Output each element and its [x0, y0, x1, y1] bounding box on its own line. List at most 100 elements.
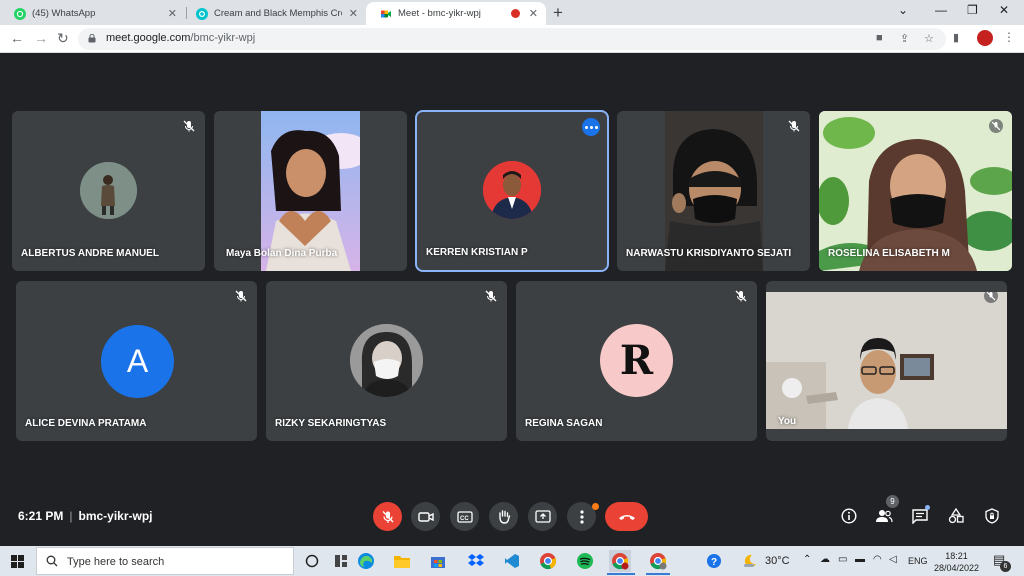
back-icon[interactable]: ←	[10, 30, 24, 46]
camera-icon	[417, 511, 434, 522]
mic-off-icon	[989, 119, 1003, 133]
captions-icon: CC	[456, 510, 473, 523]
tab-whatsapp[interactable]: (45) WhatsApp ✕	[0, 2, 185, 25]
restore-icon[interactable]: ❐	[967, 3, 978, 17]
task-view-icon[interactable]	[301, 550, 323, 572]
chrome-menu-icon[interactable]: ⋮	[1003, 30, 1015, 44]
reload-icon[interactable]: ↻	[57, 30, 69, 47]
chat-icon	[912, 508, 928, 524]
wifi-icon[interactable]: ◠	[873, 554, 882, 565]
camera-button[interactable]	[411, 502, 440, 531]
tab-strip: (45) WhatsApp ✕ Cream and Black Memphis …	[0, 0, 1024, 25]
side-panel-icon[interactable]: ▮	[953, 31, 959, 44]
tab-search-icon[interactable]: ⌄	[898, 3, 908, 17]
meeting-details: 6:21 PM | bmc-yikr-wpj	[18, 509, 153, 523]
close-icon[interactable]: ✕	[529, 7, 538, 20]
mic-off-icon	[381, 510, 394, 523]
onedrive-cloud-icon[interactable]: ☁	[820, 554, 830, 565]
tab-canva[interactable]: Cream and Black Memphis Creat ✕	[182, 2, 366, 25]
mic-off-icon	[734, 289, 748, 303]
whatsapp-icon	[14, 7, 26, 20]
notification-count-badge: 6	[1000, 561, 1011, 572]
participant-name: REGINA SAGAN	[525, 418, 603, 429]
file-explorer-icon[interactable]	[391, 550, 413, 572]
tab-title: Cream and Black Memphis Creat	[214, 8, 342, 19]
raise-hand-icon	[498, 510, 510, 524]
participant-name: NARWASTU KRISDIYANTO SEJATI	[626, 248, 792, 259]
taskbar-clock[interactable]: 18:21 28/04/2022	[934, 550, 979, 574]
shield-lock-icon	[985, 508, 999, 524]
meeting-details-button[interactable]	[839, 506, 859, 526]
microsoft-store-icon[interactable]	[427, 550, 449, 572]
info-icon	[841, 508, 857, 524]
new-tab-button[interactable]: +	[553, 3, 563, 23]
end-call-icon	[618, 514, 635, 520]
temperature: 30°C	[765, 555, 790, 567]
more-options-icon[interactable]	[582, 118, 600, 136]
minimize-icon[interactable]: —	[935, 3, 947, 17]
participant-tile-active-speaker[interactable]: KERREN KRISTIAN P	[415, 110, 609, 272]
battery-icon[interactable]: ▬	[855, 554, 865, 565]
participant-tile[interactable]: ROSELINA ELISABETH M	[819, 111, 1012, 271]
present-button[interactable]	[528, 502, 557, 531]
windows-taskbar: Type here to search ? 30°C ⌃ ☁ ▭ ▬ ◠ ◁ E…	[0, 546, 1024, 576]
browser-toolbar: ← → ↻ meet.google.com/bmc-yikr-wpj ■ ⇪ ☆…	[0, 25, 1024, 53]
url-path: /bmc-yikr-wpj	[190, 32, 256, 44]
forward-icon[interactable]: →	[34, 30, 48, 46]
widgets-icon[interactable]	[330, 550, 352, 572]
search-placeholder: Type here to search	[67, 556, 165, 568]
close-window-icon[interactable]: ✕	[999, 3, 1009, 17]
network-icon[interactable]: ▭	[838, 554, 847, 565]
participant-name: Maya Bolan Dina Purba	[226, 248, 338, 259]
camera-in-use-icon[interactable]: ■	[876, 32, 883, 44]
participant-avatar: R	[600, 324, 673, 397]
vscode-icon[interactable]	[501, 550, 523, 572]
windows-start-icon[interactable]	[11, 555, 24, 568]
spotify-icon[interactable]	[574, 550, 596, 572]
chat-unread-dot	[925, 505, 930, 510]
share-icon[interactable]: ⇪	[900, 32, 909, 45]
bookmark-star-icon[interactable]: ☆	[924, 32, 934, 45]
weather-moon-icon[interactable]	[739, 550, 761, 572]
participant-tile[interactable]: A ALICE DEVINA PRATAMA	[16, 281, 257, 441]
meeting-separator: |	[69, 509, 73, 523]
url-host: meet.google.com	[106, 32, 191, 44]
mic-off-icon	[787, 119, 801, 133]
chrome-profile-window-icon[interactable]	[609, 550, 631, 572]
participant-tile[interactable]: NARWASTU KRISDIYANTO SEJATI	[617, 111, 810, 271]
search-icon	[46, 555, 58, 567]
participant-tile-self[interactable]: You	[766, 281, 1007, 441]
lock-icon	[88, 34, 96, 43]
close-icon[interactable]: ✕	[349, 7, 358, 20]
help-icon[interactable]: ?	[703, 550, 725, 572]
canva-icon	[196, 7, 208, 20]
leave-call-button[interactable]	[605, 502, 648, 531]
taskbar-search-box[interactable]: Type here to search	[36, 547, 294, 575]
participant-tile[interactable]: RIZKY SEKARINGTYAS	[266, 281, 507, 441]
profile-avatar[interactable]	[977, 30, 993, 46]
chrome-profile-window-icon[interactable]	[647, 550, 669, 572]
participant-tile[interactable]: R REGINA SAGAN	[516, 281, 757, 441]
meeting-time: 6:21 PM	[18, 509, 64, 523]
host-controls-button[interactable]	[982, 506, 1002, 526]
chrome-icon[interactable]	[537, 550, 559, 572]
volume-muted-icon[interactable]: ◁	[889, 554, 897, 565]
raise-hand-button[interactable]	[489, 502, 518, 531]
input-language[interactable]: ENG	[908, 556, 928, 566]
close-icon[interactable]: ✕	[168, 7, 177, 20]
dropbox-icon[interactable]	[465, 550, 487, 572]
participant-tile[interactable]: ALBERTUS ANDRE MANUEL	[12, 111, 205, 271]
mic-off-button[interactable]	[373, 502, 402, 531]
tab-meet[interactable]: Meet - bmc-yikr-wpj ✕	[366, 2, 546, 25]
participant-tile[interactable]: Maya Bolan Dina Purba	[214, 111, 407, 271]
address-bar[interactable]: meet.google.com/bmc-yikr-wpj ■ ⇪ ☆	[78, 28, 946, 50]
captions-button[interactable]: CC	[450, 502, 479, 531]
mic-off-icon	[484, 289, 498, 303]
show-hidden-icons-icon[interactable]: ⌃	[803, 554, 811, 565]
participant-avatar	[80, 162, 137, 219]
activities-button[interactable]	[946, 506, 966, 526]
active-app-indicator	[607, 573, 635, 575]
people-button[interactable]	[874, 506, 894, 526]
participant-avatar	[350, 324, 423, 397]
edge-browser-icon[interactable]	[355, 550, 377, 572]
